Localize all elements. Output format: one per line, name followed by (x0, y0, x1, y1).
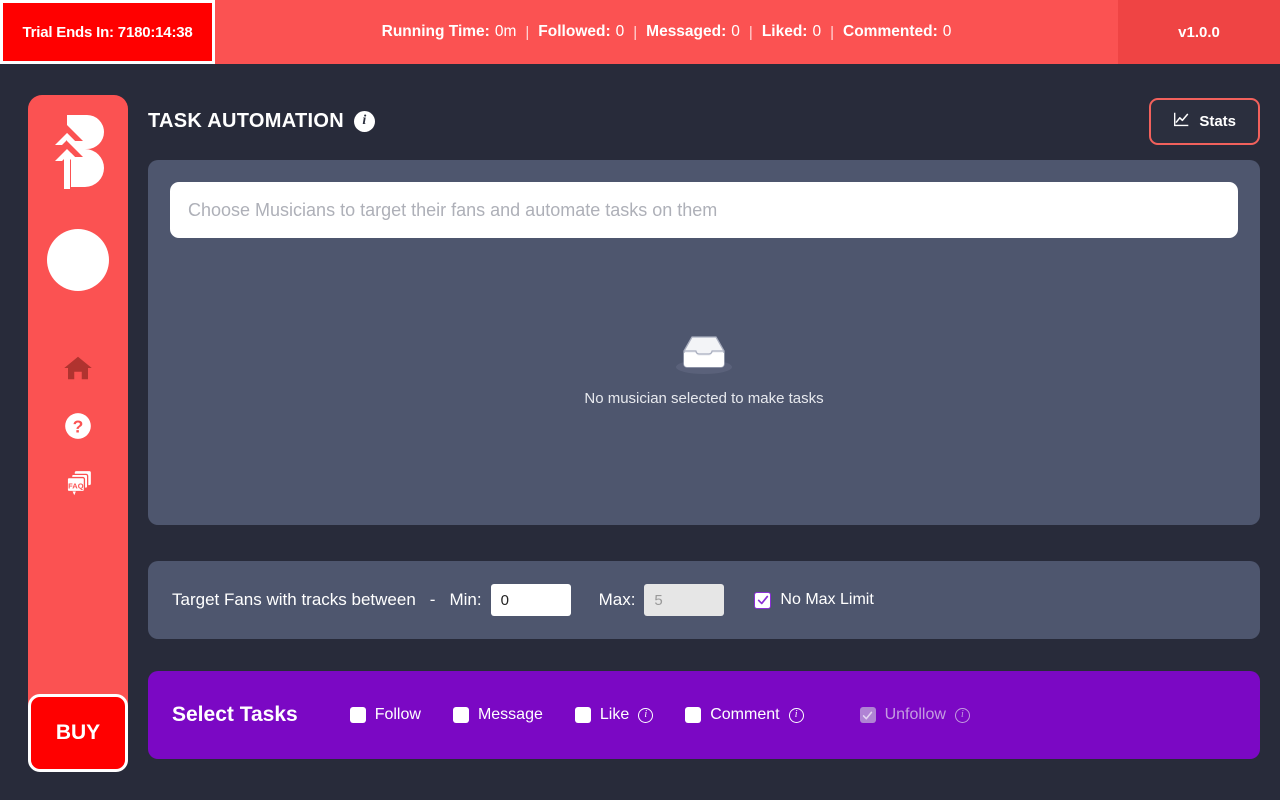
empty-state: No musician selected to make tasks (170, 238, 1238, 503)
stat-separator: | (633, 23, 638, 41)
page-title: TASK AUTOMATION i (148, 110, 375, 133)
page-header: TASK AUTOMATION i Stats (148, 92, 1260, 150)
stat-commented: Commented: 0 (843, 23, 951, 41)
stat-liked-label: Liked: (761, 23, 808, 40)
svg-text:FAQ: FAQ (68, 481, 84, 490)
sidebar: ? FAQ (28, 95, 128, 770)
empty-tray-icon (672, 334, 736, 380)
app-logo-b (47, 111, 109, 191)
stat-running-time-label: Running Time: (381, 23, 490, 40)
trial-countdown-badge: Trial Ends In: 7180:14:38 (0, 0, 215, 64)
max-tracks-input[interactable] (644, 584, 725, 616)
sidebar-item-home[interactable] (61, 351, 95, 385)
info-outline-icon[interactable]: i (638, 707, 654, 723)
stat-followed-value: 0 (615, 23, 625, 40)
checkbox-box (859, 707, 876, 723)
svg-text:?: ? (73, 416, 84, 436)
sidebar-item-faq[interactable]: FAQ (61, 467, 95, 501)
checkbox-box (754, 591, 772, 609)
stat-followed-label: Followed: (538, 23, 611, 40)
info-outline-icon[interactable]: i (788, 707, 804, 723)
checkbox-box (574, 707, 591, 723)
range-dash: - (429, 590, 436, 609)
target-range-panel: Target Fans with tracks between - Min: M… (148, 561, 1260, 639)
stat-liked-value: 0 (812, 23, 822, 40)
checkbox-box (452, 707, 469, 723)
stat-commented-label: Commented: (843, 23, 938, 40)
sidebar-item-help[interactable]: ? (61, 409, 95, 443)
info-outline-icon[interactable]: i (954, 707, 970, 723)
select-tasks-title: Select Tasks (172, 703, 298, 726)
max-label: Max: (598, 590, 636, 609)
stat-separator: | (830, 23, 834, 41)
task-checkbox-comment[interactable]: Comment i (685, 706, 804, 724)
chart-line-icon (1173, 111, 1190, 132)
task-checkbox-unfollow: Unfollow i (859, 706, 970, 724)
trial-countdown-text: Trial Ends In: 7180:14:38 (22, 23, 193, 41)
checkbox-box (349, 707, 366, 723)
avatar[interactable] (47, 229, 109, 291)
range-label: Target Fans with tracks between (172, 590, 416, 609)
stat-followed: Followed: 0 (538, 23, 624, 41)
version-badge: v1.0.0 (1118, 0, 1280, 64)
version-text: v1.0.0 (1178, 23, 1220, 41)
top-bar: Trial Ends In: 7180:14:38 Running Time: 0… (0, 0, 1280, 64)
info-filled-icon[interactable]: i (353, 110, 375, 132)
task-checkbox-follow[interactable]: Follow (349, 706, 421, 724)
stats-button-label: Stats (1199, 112, 1236, 130)
no-max-limit-checkbox[interactable]: No Max Limit (754, 591, 874, 609)
page-title-text: TASK AUTOMATION (148, 109, 344, 132)
stats-button[interactable]: Stats (1149, 97, 1260, 145)
sidebar-nav: ? FAQ (61, 351, 95, 501)
stat-messaged: Messaged: 0 (646, 23, 740, 41)
musician-search-input[interactable] (170, 182, 1238, 238)
no-max-limit-label: No Max Limit (780, 591, 874, 608)
task-label: Message (477, 706, 543, 723)
stat-separator: | (525, 23, 530, 41)
stat-messaged-label: Messaged: (646, 23, 727, 40)
main-content: TASK AUTOMATION i Stats Choose Musicians… (148, 64, 1260, 759)
task-label: Like (599, 706, 630, 723)
checkbox-box (685, 707, 702, 723)
buy-button[interactable]: BUY (28, 694, 128, 772)
task-label: Unfollow (884, 706, 946, 723)
task-label: Follow (374, 706, 421, 723)
stat-running-time-value: 0m (494, 23, 517, 40)
stat-separator: | (748, 23, 753, 41)
top-stats-strip: Running Time: 0m | Followed: 0 | Messaged:… (215, 0, 1118, 64)
task-checkbox-like[interactable]: Like i (574, 706, 654, 724)
task-checkbox-message[interactable]: Message (452, 706, 543, 724)
stat-messaged-value: 0 (731, 23, 740, 40)
musician-selector-panel: No musician selected to make tasks (148, 160, 1260, 525)
stat-running-time: Running Time: 0m (382, 23, 517, 41)
select-tasks-panel: Select Tasks Follow Message Like i Comme… (148, 671, 1260, 759)
empty-state-text: No musician selected to make tasks (584, 390, 824, 407)
min-tracks-input[interactable] (490, 584, 571, 616)
stat-liked: Liked: 0 (762, 23, 821, 41)
task-label: Comment (710, 706, 780, 723)
buy-button-label: BUY (55, 721, 101, 744)
stat-commented-value: 0 (942, 23, 952, 40)
min-label: Min: (449, 590, 482, 609)
